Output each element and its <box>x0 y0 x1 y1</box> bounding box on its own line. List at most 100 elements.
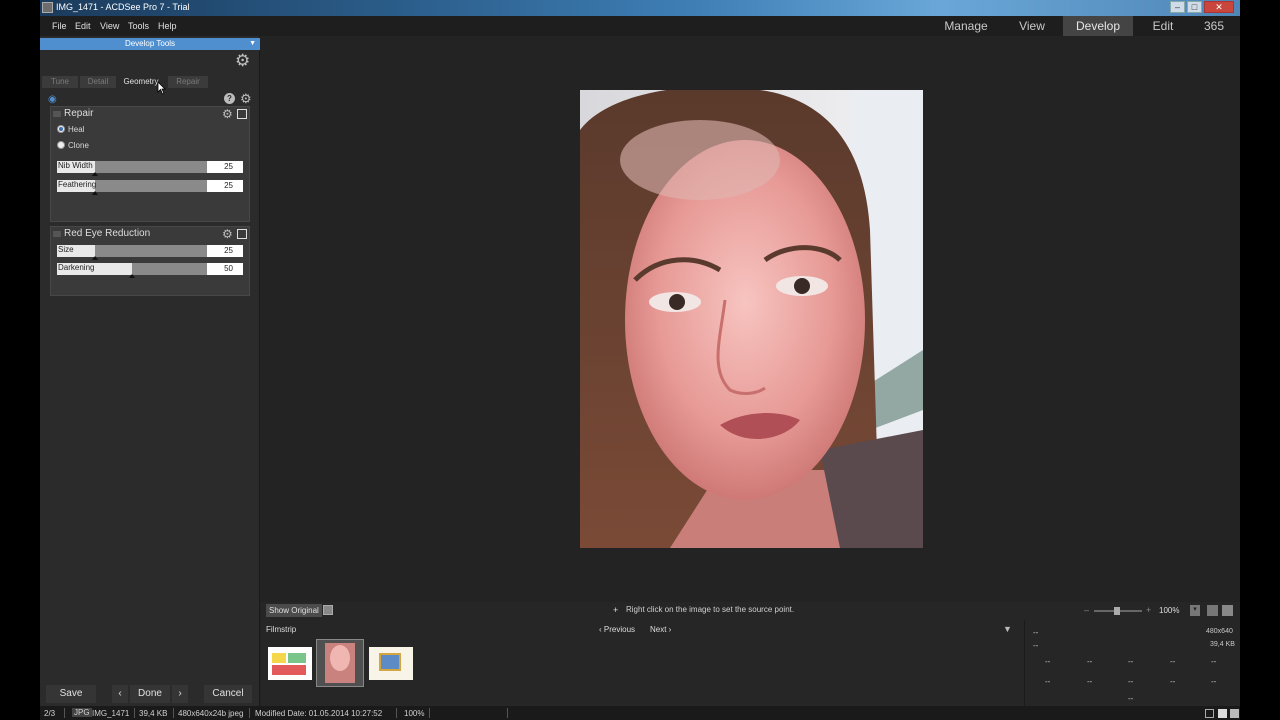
menu-help[interactable]: Help <box>158 21 177 31</box>
red-eye-enable-checkbox[interactable] <box>237 229 247 239</box>
expand-icon[interactable] <box>1230 709 1239 718</box>
red-eye-gear-icon[interactable]: ⚙ <box>222 227 233 242</box>
status-filesize: 39,4 KB <box>139 709 168 718</box>
develop-tools-title: Develop Tools <box>124 39 176 48</box>
settings-gear-icon[interactable]: ⚙ <box>235 52 250 69</box>
info-placeholder-1: -- <box>1033 628 1039 637</box>
previous-image-button[interactable]: ‹ <box>112 685 128 703</box>
cancel-button[interactable]: Cancel <box>204 685 252 703</box>
info-placeholder-2: -- <box>1033 641 1039 650</box>
next-image-button[interactable]: › <box>172 685 188 703</box>
zoom-out-icon[interactable]: – <box>1084 605 1089 615</box>
status-bar: 2/3 JPG IMG_1471 39,4 KB 480x640x24b jpe… <box>40 706 1240 720</box>
help-icon[interactable]: ? <box>224 93 235 104</box>
mode-develop[interactable]: Develop <box>1063 16 1133 36</box>
slider-label: Feathering <box>58 180 97 189</box>
menu-view[interactable]: View <box>100 21 119 31</box>
info-dims: 480x640 <box>1206 628 1233 635</box>
zoom-slider[interactable] <box>1094 607 1142 615</box>
info-placeholder-12: -- <box>1211 677 1217 686</box>
repair-title: Repair <box>64 108 94 119</box>
app-icon <box>42 2 53 13</box>
slider-thumb[interactable] <box>92 191 98 195</box>
zoom-level[interactable]: 100% <box>1159 606 1179 615</box>
show-original-button[interactable]: Show Original <box>266 604 322 617</box>
previous-button[interactable]: ‹ Previous <box>599 625 635 634</box>
plus-icon: + <box>613 605 619 615</box>
thumbnail-1[interactable] <box>268 647 312 680</box>
feathering-slider[interactable]: Feathering 25 <box>57 180 243 195</box>
slider-thumb[interactable] <box>129 274 135 278</box>
menu-file[interactable]: File <box>52 21 67 31</box>
info-size: 39,4 KB <box>1210 641 1235 648</box>
heal-radio[interactable] <box>57 125 65 133</box>
zoom-dropdown-icon[interactable]: ▾ <box>1190 605 1200 616</box>
size-value[interactable]: 25 <box>207 245 243 257</box>
info-placeholder-6: -- <box>1170 657 1176 666</box>
zoom-in-icon[interactable]: + <box>1146 605 1151 615</box>
title-bar: IMG_1471 - ACDSee Pro 7 - Trial – □ ✕ <box>40 0 1240 16</box>
fit-image-icon[interactable] <box>1222 605 1233 616</box>
next-button[interactable]: Next › <box>650 625 671 634</box>
tab-repair[interactable]: Repair <box>168 76 208 88</box>
photo[interactable] <box>580 90 923 548</box>
previous-label: Previous <box>603 625 636 634</box>
status-zoom: 100% <box>404 709 425 718</box>
darkening-slider[interactable]: Darkening 50 <box>57 263 243 278</box>
feathering-value[interactable]: 25 <box>207 180 243 192</box>
slider-thumb[interactable] <box>92 172 98 176</box>
tab-tune[interactable]: Tune <box>42 76 78 88</box>
info-placeholder-7: -- <box>1211 657 1217 666</box>
info-placeholder-3: -- <box>1045 657 1051 666</box>
clone-label: Clone <box>68 141 89 150</box>
thumbnail-3[interactable] <box>369 647 413 680</box>
eye-icon[interactable]: ◉ <box>48 94 57 105</box>
info-placeholder-13: -- <box>1128 694 1134 703</box>
view-mode-icon[interactable] <box>1205 709 1214 718</box>
develop-tools-header[interactable]: Develop Tools ▼ <box>40 38 260 50</box>
repair-enable-checkbox[interactable] <box>237 109 247 119</box>
size-slider[interactable]: Size 25 <box>57 245 243 260</box>
mode-manage[interactable]: Manage <box>931 16 1001 36</box>
mode-view[interactable]: View <box>1001 16 1063 36</box>
source-point-hint: Right click on the image to set the sour… <box>626 605 795 614</box>
info-placeholder-9: -- <box>1087 677 1093 686</box>
chevron-down-icon[interactable]: ▼ <box>249 38 256 50</box>
close-button[interactable]: ✕ <box>1204 1 1234 13</box>
gear-icon[interactable]: ⚙ <box>240 91 252 106</box>
menu-tools[interactable]: Tools <box>128 21 149 31</box>
actual-size-icon[interactable] <box>1207 605 1218 616</box>
repair-gear-icon[interactable]: ⚙ <box>222 107 233 122</box>
tab-geometry[interactable]: Geometry <box>120 76 162 88</box>
info-placeholder-10: -- <box>1128 677 1134 686</box>
mode-edit[interactable]: Edit <box>1133 16 1193 36</box>
zoom-slider-thumb[interactable] <box>1114 607 1120 615</box>
thumbnail-2-selected[interactable] <box>316 639 364 687</box>
collapse-icon[interactable] <box>53 111 61 117</box>
info-placeholder-8: -- <box>1045 677 1051 686</box>
next-label: Next <box>650 625 667 634</box>
done-button[interactable]: Done <box>130 685 170 703</box>
compare-icon[interactable] <box>323 605 333 615</box>
maximize-button[interactable]: □ <box>1187 1 1202 13</box>
nib-width-value[interactable]: 25 <box>207 161 243 173</box>
menu-bar: File Edit View Tools Help Manage View De… <box>40 16 1240 36</box>
filmstrip-collapse-icon[interactable]: ▼ <box>1003 624 1012 634</box>
image-viewer[interactable] <box>261 36 1240 602</box>
edit-mode-icon[interactable] <box>1218 709 1227 718</box>
heal-label: Heal <box>68 125 85 134</box>
slider-thumb[interactable] <box>92 256 98 260</box>
darkening-value[interactable]: 50 <box>207 263 243 275</box>
mouse-cursor-icon <box>157 81 166 95</box>
collapse-icon[interactable] <box>53 231 61 237</box>
save-button[interactable]: Save <box>46 685 96 703</box>
minimize-button[interactable]: – <box>1170 1 1185 13</box>
menu-edit[interactable]: Edit <box>75 21 91 31</box>
slider-label: Darkening <box>58 263 95 272</box>
clone-radio[interactable] <box>57 141 65 149</box>
mode-365[interactable]: 365 <box>1193 16 1235 36</box>
info-placeholder-4: -- <box>1087 657 1093 666</box>
tab-detail[interactable]: Detail <box>80 76 116 88</box>
nib-width-slider[interactable]: Nib Width 25 <box>57 161 243 176</box>
app-window: IMG_1471 - ACDSee Pro 7 - Trial – □ ✕ Fi… <box>40 0 1240 720</box>
